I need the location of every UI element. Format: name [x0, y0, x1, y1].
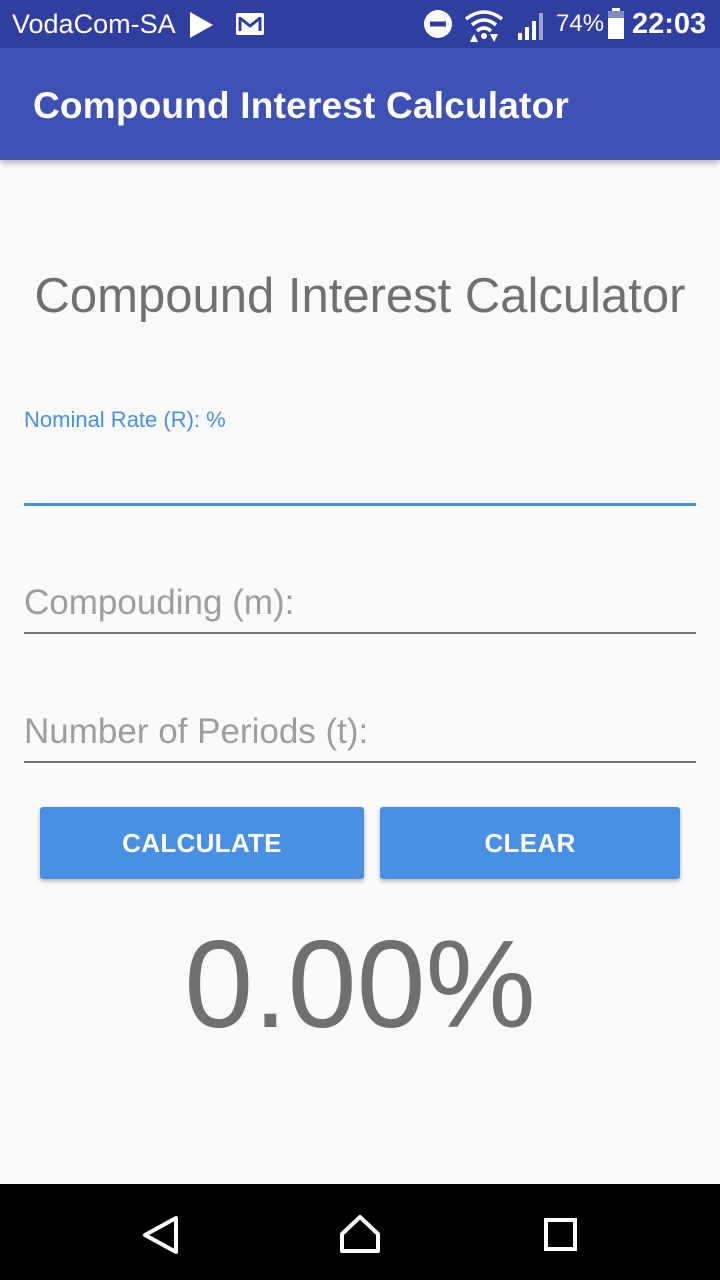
- do-not-disturb-icon: [424, 10, 452, 38]
- wifi-icon: [464, 10, 504, 42]
- compounding-input[interactable]: [24, 578, 696, 628]
- play-store-icon: [190, 12, 213, 38]
- carrier-name: VodaCom-SA: [12, 9, 176, 39]
- home-icon[interactable]: [300, 1184, 420, 1280]
- battery-percentage: 74%: [556, 10, 605, 37]
- clear-button[interactable]: CLEAR: [380, 807, 680, 879]
- status-bar: VodaCom-SA 74% 22:03: [0, 0, 720, 48]
- clock: 22:03: [632, 8, 707, 40]
- periods-field: [24, 707, 696, 765]
- nominal-rate-label: Nominal Rate (R): %: [24, 407, 226, 432]
- compounding-underline: [24, 632, 696, 634]
- nominal-rate-underline: [24, 503, 696, 506]
- signal-icon: [518, 13, 543, 40]
- result-display: 0.00%: [184, 916, 536, 1054]
- gmail-icon: [236, 13, 264, 35]
- recents-icon[interactable]: [500, 1184, 620, 1280]
- battery-icon: [608, 8, 624, 39]
- back-icon[interactable]: [100, 1184, 220, 1280]
- page-heading: Compound Interest Calculator: [34, 269, 686, 323]
- nominal-rate-field: Nominal Rate (R): %: [24, 406, 696, 508]
- app-bar-title: Compound Interest Calculator: [33, 85, 569, 126]
- navigation-bar: [0, 1184, 720, 1280]
- periods-underline: [24, 761, 696, 763]
- compounding-field: [24, 578, 696, 636]
- app-bar: Compound Interest Calculator: [0, 48, 720, 160]
- periods-input[interactable]: [24, 707, 696, 757]
- calculate-button[interactable]: CALCULATE: [40, 807, 364, 879]
- nominal-rate-input[interactable]: [24, 450, 696, 502]
